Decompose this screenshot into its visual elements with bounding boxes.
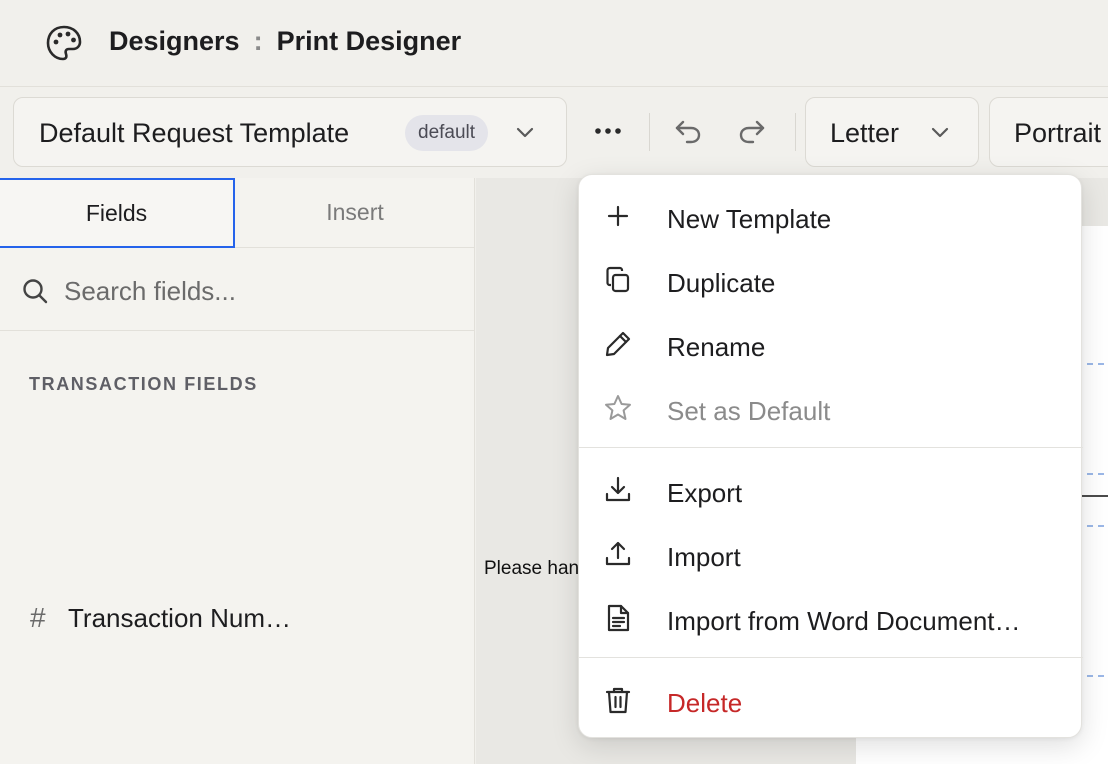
star-icon	[605, 395, 631, 420]
redo-icon[interactable]	[736, 115, 768, 147]
menu-item-label: Set as Default	[667, 396, 831, 426]
pencil-icon	[605, 331, 631, 357]
trash-icon	[605, 687, 631, 714]
menu-item-import-word[interactable]: Import from Word Document…	[579, 585, 1083, 649]
orientation-select[interactable]: Portrait	[989, 97, 1108, 167]
undo-icon[interactable]	[672, 115, 704, 147]
template-options-menu: New Template Duplicate Rename Set as Def…	[578, 174, 1083, 738]
menu-item-label: Export	[667, 478, 743, 508]
app-header: Designers : Print Designer	[0, 0, 1108, 87]
search-input[interactable]	[64, 271, 444, 311]
list-item[interactable]: # Transaction Num…	[0, 588, 458, 652]
menu-item-label: Rename	[667, 332, 766, 362]
toolbar: Default Request Template default Letter …	[0, 87, 1108, 177]
menu-item-new-template[interactable]: New Template	[579, 183, 1083, 247]
breadcrumb-section[interactable]: Designers	[109, 26, 240, 57]
menu-item-label: New Template	[667, 204, 832, 234]
more-options-button[interactable]	[588, 109, 628, 153]
menu-item-import[interactable]: Import	[579, 521, 1083, 585]
page-title: Print Designer	[276, 26, 462, 56]
menu-item-label: Import from Word Document…	[667, 606, 1021, 636]
menu-item-duplicate[interactable]: Duplicate	[579, 247, 1083, 311]
fields-panel: Fields Insert TRANSACTION FIELDS # Transa…	[0, 178, 475, 764]
hash-icon: #	[30, 602, 46, 633]
download-icon	[605, 476, 631, 502]
paper-size-select[interactable]: Letter	[805, 97, 979, 167]
fields-list: TRANSACTION FIELDS # Transaction Num…	[0, 332, 458, 764]
paper-size-value: Letter	[830, 118, 900, 148]
toolbar-divider	[649, 113, 650, 151]
ellipsis-icon	[595, 128, 621, 134]
menu-divider	[579, 657, 1083, 658]
tab-insert[interactable]: Insert	[235, 178, 474, 248]
orientation-value: Portrait	[1014, 118, 1102, 148]
menu-item-label: Delete	[667, 688, 743, 718]
section-title: TRANSACTION FIELDS	[29, 374, 258, 394]
chevron-down-icon	[516, 127, 534, 138]
search-icon	[23, 279, 48, 304]
upload-icon	[605, 541, 631, 566]
template-select[interactable]: Default Request Template default	[13, 97, 567, 167]
copy-icon	[606, 266, 630, 293]
menu-item-label: Import	[667, 542, 741, 572]
tab-fields[interactable]: Fields	[0, 178, 235, 248]
breadcrumb: Designers : Print Designer	[109, 26, 461, 57]
palette-icon	[46, 25, 82, 61]
template-name: Default Request Template	[39, 118, 350, 148]
menu-item-set-as-default[interactable]: Set as Default	[579, 375, 1083, 439]
toolbar-divider	[795, 113, 796, 151]
field-search	[0, 249, 474, 331]
document-icon	[607, 604, 630, 632]
menu-divider	[579, 447, 1083, 448]
field-name: Transaction Num…	[68, 603, 291, 633]
menu-item-label: Duplicate	[667, 268, 776, 298]
breadcrumb-separator: :	[253, 26, 263, 56]
menu-item-rename[interactable]: Rename	[579, 311, 1083, 375]
chevron-down-icon	[931, 127, 949, 138]
menu-item-export[interactable]: Export	[579, 457, 1083, 521]
default-badge: default	[405, 115, 489, 151]
plus-icon	[607, 205, 629, 227]
menu-item-delete[interactable]: Delete	[579, 667, 1083, 731]
